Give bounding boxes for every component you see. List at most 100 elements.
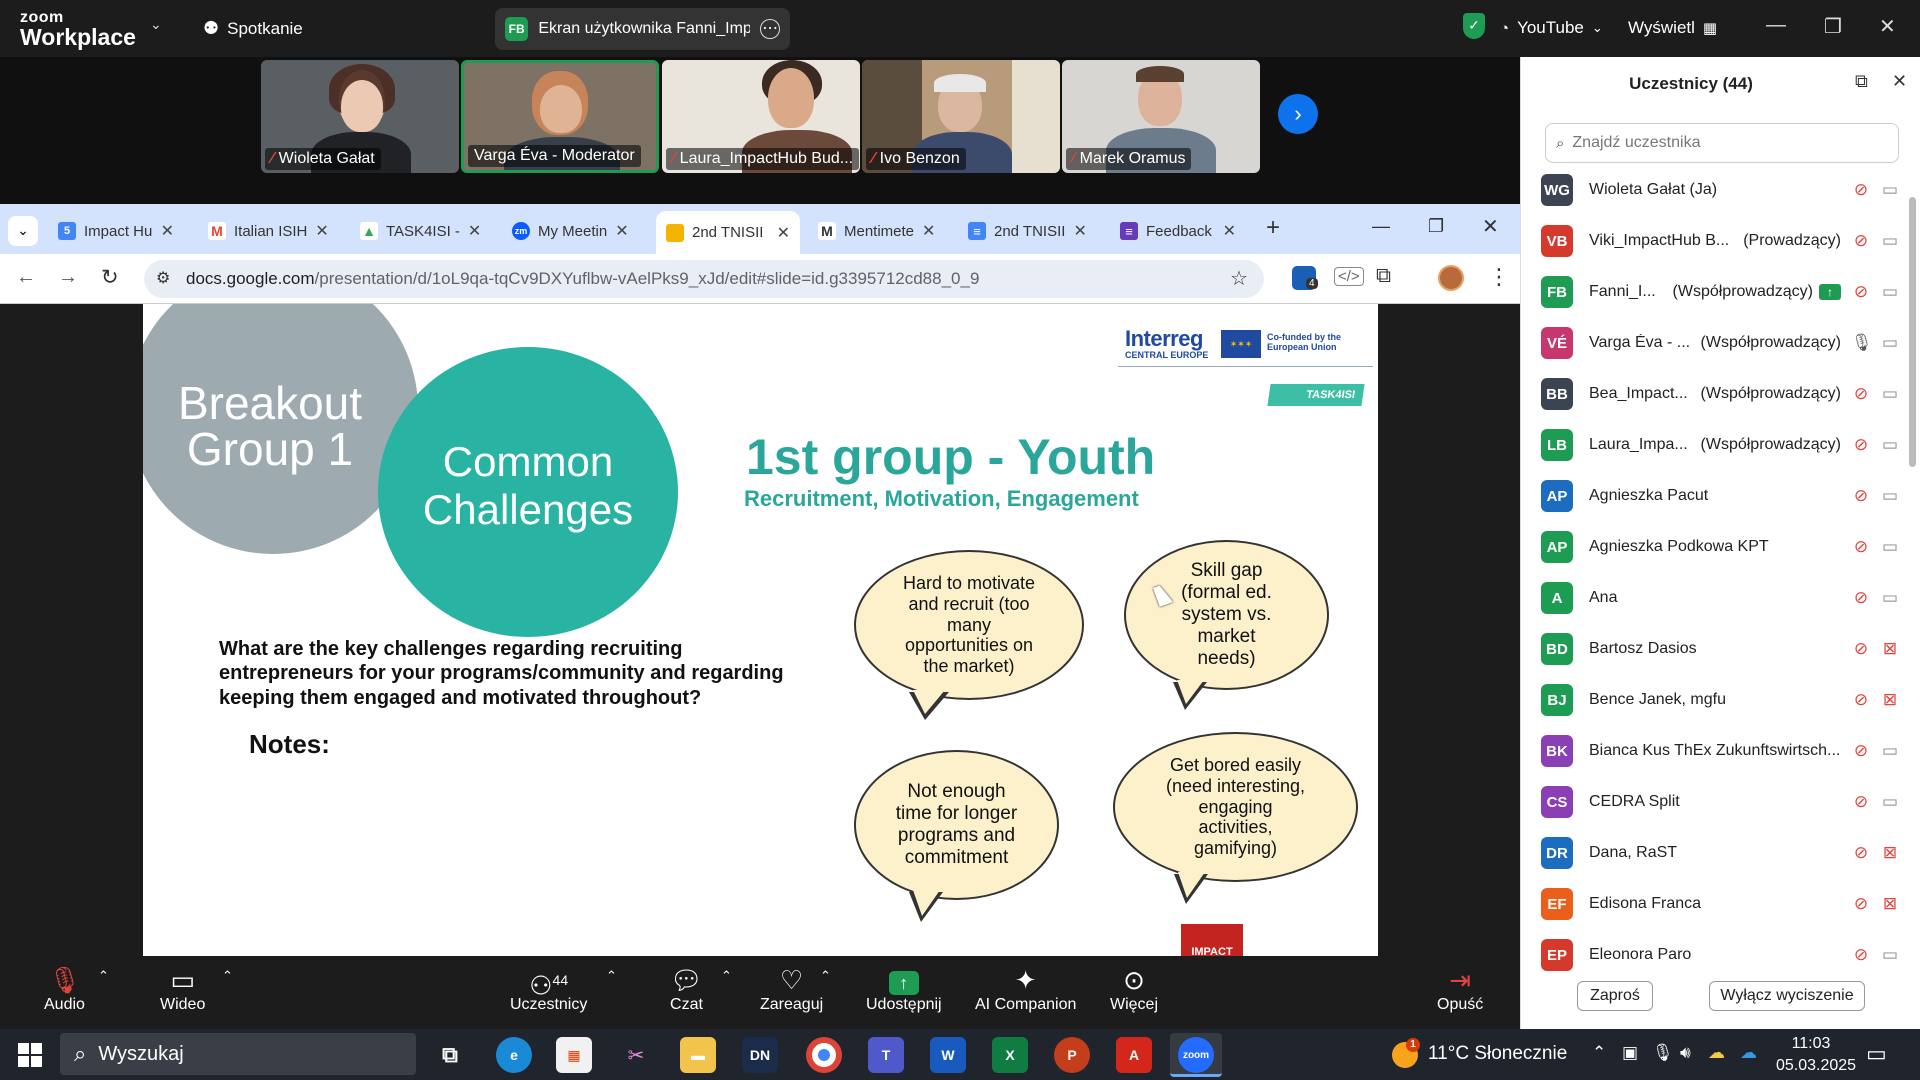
back-arrow-icon[interactable]: ← xyxy=(16,266,36,289)
speaker-icon[interactable]: 🔊︎ xyxy=(1680,1043,1691,1063)
caret-up-icon[interactable]: ⌃ xyxy=(98,968,109,984)
reload-icon[interactable]: ↻ xyxy=(101,265,119,290)
participant-row[interactable]: FB Fanni_I... (Współprowadzący) ↑ ⊘ ▭ xyxy=(1541,267,1903,317)
caret-up-icon[interactable]: ⌃ xyxy=(222,968,233,984)
mic-off-icon[interactable]: ⊘ xyxy=(1851,894,1871,914)
participant-row[interactable]: BJ Bence Janek, mgfu ⊘ ⊠ xyxy=(1541,675,1903,725)
mic-off-icon[interactable]: ⊘ xyxy=(1851,639,1871,659)
camera-icon[interactable]: ▭ xyxy=(1877,792,1903,812)
browser-tab[interactable]: ▲ TASK4ISI - ✕ xyxy=(350,213,486,249)
youtube-stream-button[interactable]: ◔ YouTube ⌄ xyxy=(1500,18,1603,38)
video-tile[interactable]: ⁄ Ivo Benzon xyxy=(862,60,1060,173)
popout-icon[interactable]: ⧉ xyxy=(1855,71,1868,92)
mic-off-icon[interactable]: ⊘ xyxy=(1851,690,1871,710)
browser-tab[interactable]: M Italian ISIH ✕ xyxy=(198,213,334,249)
bookmark-star-icon[interactable]: ☆ xyxy=(1230,266,1248,291)
camera-icon[interactable]: ▭ xyxy=(1877,435,1903,455)
powerpoint-icon[interactable]: P xyxy=(1054,1037,1090,1073)
close-tab-icon[interactable]: ✕ xyxy=(615,221,628,241)
task-view-icon[interactable]: ⧉ xyxy=(432,1037,468,1073)
weather-label[interactable]: 11°C Słonecznie xyxy=(1428,1043,1567,1065)
participant-row[interactable]: CS CEDRA Split ⊘ ▭ xyxy=(1541,777,1903,827)
edge-browser-icon[interactable]: e xyxy=(496,1037,532,1073)
camera-off-icon[interactable]: ⊠ xyxy=(1877,690,1903,710)
camera-icon[interactable]: ▭ xyxy=(1877,180,1903,200)
dn-app-icon[interactable]: DN xyxy=(742,1037,778,1073)
address-bar[interactable]: ⚙ docs.google.com/presentation/d/1oL9qa-… xyxy=(144,260,1264,298)
video-button[interactable]: ▭ Wideo xyxy=(160,964,205,1014)
participant-row[interactable]: BD Bartosz Dasios ⊘ ⊠ xyxy=(1541,624,1903,674)
acrobat-icon[interactable]: A xyxy=(1116,1037,1152,1073)
unmute-all-button[interactable]: Wyłącz wyciszenie xyxy=(1709,981,1865,1011)
participant-row[interactable]: VB Viki_ImpactHub B... (Prowadzący) ⊘ ▭ xyxy=(1541,216,1903,266)
file-explorer-icon[interactable]: ▬ xyxy=(680,1037,716,1073)
participant-row[interactable]: WG Wioleta Gałat (Ja) ⊘ ▭ xyxy=(1541,165,1903,215)
chevron-down-icon[interactable]: ⌄ xyxy=(150,16,162,33)
mic-off-icon[interactable]: ⊘ xyxy=(1851,945,1871,965)
close-icon[interactable]: ✕ xyxy=(1482,214,1499,239)
browser-tab[interactable]: 5 Impact Hu ✕ xyxy=(48,213,184,249)
camera-tray-icon[interactable]: ▣ xyxy=(1622,1043,1638,1063)
teams-icon[interactable]: T xyxy=(868,1037,904,1073)
mic-off-icon[interactable]: ⊘ xyxy=(1851,384,1871,404)
participant-row[interactable]: AP Agnieszka Podkowa KPT ⊘ ▭ xyxy=(1541,522,1903,572)
chevron-up-icon[interactable]: ⌃ xyxy=(1592,1043,1606,1063)
mic-off-icon[interactable]: ⊘ xyxy=(1851,588,1871,608)
mic-off-icon[interactable]: ⊘ xyxy=(1851,792,1871,812)
taskbar-clock[interactable]: 11:03 05.03.2025 xyxy=(1776,1033,1856,1076)
new-tab-icon[interactable]: + xyxy=(1266,214,1280,242)
snipping-tool-icon[interactable]: ✂ xyxy=(618,1037,654,1073)
chat-button[interactable]: 💬︎ Czat xyxy=(670,964,703,1014)
browser-tab-active[interactable]: 2nd TNISII ✕ xyxy=(656,211,800,254)
security-tray-icon[interactable]: ☁ xyxy=(1708,1043,1725,1063)
store-icon[interactable]: ▦ xyxy=(556,1037,592,1073)
participant-row[interactable]: DR Dana, RaST ⊘ ⊠ xyxy=(1541,828,1903,878)
react-button[interactable]: ♡ Zareaguj xyxy=(760,964,823,1014)
caret-up-icon[interactable]: ⌃ xyxy=(820,968,831,984)
participant-row[interactable]: LB Laura_Impa... (Współprowadzący) ⊘ ▭ xyxy=(1541,420,1903,470)
caret-up-icon[interactable]: ⌃ xyxy=(606,968,617,984)
browser-tab[interactable]: M Mentimete ✕ xyxy=(808,213,944,249)
camera-off-icon[interactable]: ⊠ xyxy=(1877,639,1903,659)
video-tile[interactable]: ⁄ Wioleta Gałat xyxy=(261,60,459,173)
leave-button[interactable]: ⇥ Opuść xyxy=(1437,964,1483,1014)
mic-off-icon[interactable]: ⊘ xyxy=(1851,180,1871,200)
video-tile[interactable]: ⁄ Marek Oramus xyxy=(1062,60,1260,173)
camera-icon[interactable]: ▭ xyxy=(1877,537,1903,557)
camera-icon[interactable]: ▭ xyxy=(1877,945,1903,965)
mic-off-icon[interactable]: ⊘ xyxy=(1851,741,1871,761)
close-tab-icon[interactable]: ✕ xyxy=(161,221,174,241)
next-page-arrow-icon[interactable]: › xyxy=(1278,94,1318,134)
close-tab-icon[interactable]: ✕ xyxy=(1223,221,1236,241)
mic-off-icon[interactable]: ⊘ xyxy=(1851,843,1871,863)
profile-avatar[interactable] xyxy=(1438,265,1464,291)
browser-tab[interactable]: ≡ Feedback ✕ xyxy=(1110,213,1246,249)
minimize-icon[interactable]: — xyxy=(1372,216,1390,237)
close-tab-icon[interactable]: ✕ xyxy=(922,221,935,241)
kebab-menu-icon[interactable]: ⋮ xyxy=(1488,264,1510,290)
participants-button[interactable]: ⚇44 Uczestnicy xyxy=(510,964,587,1014)
close-tab-icon[interactable]: ✕ xyxy=(315,221,328,241)
mic-off-icon[interactable]: ⊘ xyxy=(1851,537,1871,557)
excel-icon[interactable]: X xyxy=(992,1037,1028,1073)
site-info-icon[interactable]: ⚙ xyxy=(156,268,170,288)
participant-row[interactable]: A Ana ⊘ ▭ xyxy=(1541,573,1903,623)
onedrive-icon[interactable]: ☁ xyxy=(1740,1043,1757,1063)
chrome-icon[interactable] xyxy=(806,1037,842,1073)
mic-off-icon[interactable]: ⊘ xyxy=(1851,486,1871,506)
meeting-menu-button[interactable]: ⚉ Spotkanie xyxy=(203,18,303,39)
camera-icon[interactable]: ▭ xyxy=(1877,384,1903,404)
mic-on-icon[interactable]: 🎙︎ xyxy=(1851,333,1873,353)
camera-icon[interactable]: ▭ xyxy=(1877,231,1903,251)
participant-row[interactable]: BK Bianca Kus ThEx Zukunftswirtsch... ⊘ ▭ xyxy=(1541,726,1903,776)
shield-check-icon[interactable]: ✓ xyxy=(1463,13,1485,39)
camera-icon[interactable]: ▭ xyxy=(1877,282,1903,302)
browser-tab[interactable]: zm My Meetin ✕ xyxy=(502,213,638,249)
audio-button[interactable]: 🎙︎ Audio xyxy=(44,964,85,1014)
restore-icon[interactable]: ❐ xyxy=(1824,14,1842,39)
notifications-icon[interactable]: ▭ xyxy=(1866,1041,1887,1067)
video-tile-active-speaker[interactable]: Varga Éva - Moderator xyxy=(461,60,659,173)
close-icon[interactable]: ✕ xyxy=(1892,71,1907,92)
puzzle-icon[interactable]: ⧉ xyxy=(1376,264,1391,288)
screen-share-indicator[interactable]: FB Ekran użytkownika Fanni_ImpactH ⋯ xyxy=(495,8,790,50)
